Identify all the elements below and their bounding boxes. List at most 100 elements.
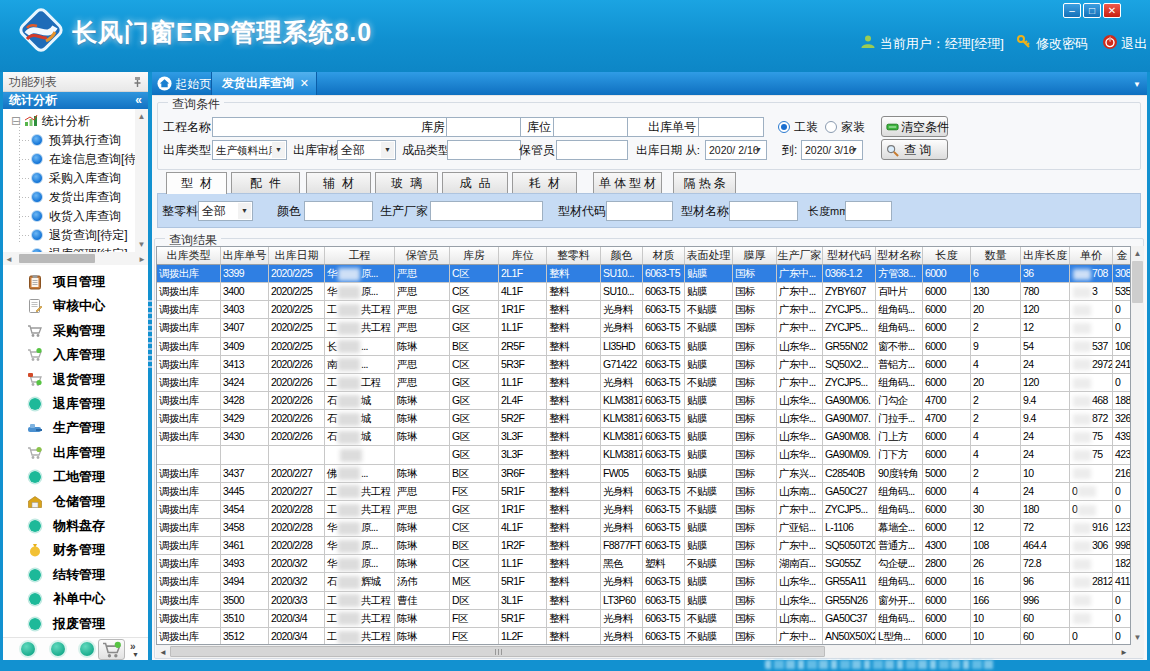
- cell-warehouse[interactable]: G区: [450, 428, 499, 446]
- table-row[interactable]: 调拨出库34942020/3/2石辉城汤伟M区5R1F整料光身料6063-T5贴…: [157, 573, 1131, 591]
- cell-material[interactable]: 6063-T5: [643, 392, 685, 410]
- column-header-color[interactable]: 颜色: [601, 247, 643, 265]
- cell-material[interactable]: 6063-T5: [643, 410, 685, 428]
- manufacturer-input[interactable]: [430, 201, 543, 221]
- cell-color[interactable]: 光身料: [601, 319, 643, 337]
- cell-price[interactable]: 468: [1070, 392, 1113, 410]
- cell-out-length[interactable]: 180: [1021, 501, 1070, 519]
- cell-project[interactable]: 佛...: [325, 465, 395, 483]
- cell-project[interactable]: [325, 446, 395, 464]
- cell-material[interactable]: 6063-T5: [643, 519, 685, 537]
- cell-color[interactable]: G71422: [601, 356, 643, 374]
- cell-price[interactable]: 0: [1070, 628, 1113, 645]
- cell-name[interactable]: 门勾企: [876, 392, 923, 410]
- cell-length[interactable]: 6000: [923, 519, 971, 537]
- cell-amount[interactable]: 411: [1113, 573, 1131, 591]
- cell-project[interactable]: 华原...: [325, 519, 395, 537]
- cell-amount[interactable]: 0: [1113, 501, 1131, 519]
- cell-order-no[interactable]: 3409: [221, 338, 269, 356]
- cell-surface[interactable]: 不贴膜: [685, 555, 733, 573]
- cell-amount[interactable]: 216: [1113, 465, 1131, 483]
- cell-type[interactable]: 调拨出库: [157, 519, 221, 537]
- minimize-button[interactable]: –: [1063, 3, 1081, 18]
- tab-shipping-query[interactable]: 发货出库查询✕: [211, 72, 317, 95]
- cell-surface[interactable]: 贴膜: [685, 592, 733, 610]
- cell-name[interactable]: 组角码...: [876, 610, 923, 628]
- sidebar-module-7[interactable]: 生产管理: [3, 416, 148, 440]
- cell-color[interactable]: F8877FT: [601, 537, 643, 555]
- cell-out-length[interactable]: 996: [1021, 592, 1070, 610]
- cell-manufacturer[interactable]: 广东中...: [777, 283, 823, 301]
- cell-keeper[interactable]: 严思: [395, 319, 450, 337]
- cell-keeper[interactable]: 陈琳: [395, 628, 450, 645]
- cell-film[interactable]: 国标: [733, 519, 777, 537]
- cell-location[interactable]: 2L4F: [499, 392, 547, 410]
- cell-color[interactable]: LI35HD: [601, 338, 643, 356]
- tab-close-icon[interactable]: ✕: [300, 72, 309, 95]
- cell-length[interactable]: 6000: [923, 301, 971, 319]
- cell-qty[interactable]: 166: [971, 592, 1021, 610]
- cell-whole[interactable]: 整料: [547, 410, 601, 428]
- cell-surface[interactable]: 贴膜: [685, 265, 733, 283]
- cell-type[interactable]: 调拨出库: [157, 573, 221, 591]
- cell-film[interactable]: 国标: [733, 338, 777, 356]
- cell-price[interactable]: [1070, 319, 1113, 337]
- cell-amount[interactable]: 106: [1113, 338, 1131, 356]
- cell-warehouse[interactable]: D区: [450, 592, 499, 610]
- cell-length[interactable]: 6000: [923, 374, 971, 392]
- cell-color[interactable]: LT3P60: [601, 592, 643, 610]
- tree-item[interactable]: 退货查询[待定]: [31, 226, 128, 244]
- cell-qty[interactable]: 30: [971, 501, 1021, 519]
- cell-out-length[interactable]: 120: [1021, 301, 1070, 319]
- cell-location[interactable]: 5R1F: [499, 610, 547, 628]
- cell-out-length[interactable]: 12: [1021, 319, 1070, 337]
- cell-qty[interactable]: 26: [971, 555, 1021, 573]
- tree-vertical-scrollbar[interactable]: ▲▼: [135, 109, 148, 252]
- cell-out-length[interactable]: 9.4: [1021, 392, 1070, 410]
- order-no-input[interactable]: [698, 117, 764, 137]
- cell-project[interactable]: 华原...: [325, 555, 395, 573]
- column-header-order-no[interactable]: 出库单号: [221, 247, 269, 265]
- cell-warehouse[interactable]: C区: [450, 265, 499, 283]
- cell-out-length[interactable]: 9.4: [1021, 410, 1070, 428]
- cell-warehouse[interactable]: C区: [450, 356, 499, 374]
- cell-warehouse[interactable]: C区: [450, 283, 499, 301]
- cell-out-length[interactable]: 72.8: [1021, 555, 1070, 573]
- table-row[interactable]: 调拨出库34582020/2/28华原...陈琳C区4L1F整料光身料6063-…: [157, 519, 1131, 537]
- cell-film[interactable]: 国标: [733, 283, 777, 301]
- cell-keeper[interactable]: [395, 446, 450, 464]
- cell-amount[interactable]: 241: [1113, 356, 1131, 374]
- cell-material[interactable]: 6063-T5: [643, 356, 685, 374]
- cell-keeper[interactable]: 曹佳: [395, 592, 450, 610]
- cell-name[interactable]: 组角码...: [876, 301, 923, 319]
- cell-material[interactable]: 6063-T5: [643, 483, 685, 501]
- table-row[interactable]: 调拨出库34542020/2/28工共工程严思G区1R1F整料光身料6063-T…: [157, 501, 1131, 519]
- cell-warehouse[interactable]: G区: [450, 410, 499, 428]
- cell-amount[interactable]: 998: [1113, 537, 1131, 555]
- cell-out-length[interactable]: 24: [1021, 428, 1070, 446]
- cell-length[interactable]: 6000: [923, 610, 971, 628]
- sidebar-module-13[interactable]: 结转管理: [3, 563, 148, 587]
- cell-price[interactable]: 2812: [1070, 573, 1113, 591]
- cell-whole[interactable]: 整料: [547, 301, 601, 319]
- cell-price[interactable]: 0: [1070, 501, 1113, 519]
- cell-surface[interactable]: 贴膜: [685, 356, 733, 374]
- cell-warehouse[interactable]: B区: [450, 465, 499, 483]
- cell-qty[interactable]: 20: [971, 301, 1021, 319]
- cell-code[interactable]: 0366-1.2: [823, 265, 876, 283]
- cell-order-no[interactable]: 3428: [221, 392, 269, 410]
- cell-code[interactable]: ZYCJP5...: [823, 501, 876, 519]
- cell-type[interactable]: 调拨出库: [157, 319, 221, 337]
- cell-name[interactable]: 组角码...: [876, 501, 923, 519]
- cell-color[interactable]: KLM3817: [601, 428, 643, 446]
- product-type-input[interactable]: [447, 140, 521, 160]
- column-header-out-length[interactable]: 出库长度: [1021, 247, 1070, 265]
- cell-date[interactable]: 2020/3/4: [269, 610, 325, 628]
- cell-whole[interactable]: 整料: [547, 392, 601, 410]
- table-row[interactable]: 调拨出库34292020/2/26石城陈琳G区5R2F整料KLM38176063…: [157, 410, 1131, 428]
- column-header-keeper[interactable]: 保管员: [395, 247, 450, 265]
- cell-warehouse[interactable]: G区: [450, 301, 499, 319]
- cell-code[interactable]: GA90M06.: [823, 392, 876, 410]
- cell-price[interactable]: [1070, 374, 1113, 392]
- cell-qty[interactable]: 2: [971, 392, 1021, 410]
